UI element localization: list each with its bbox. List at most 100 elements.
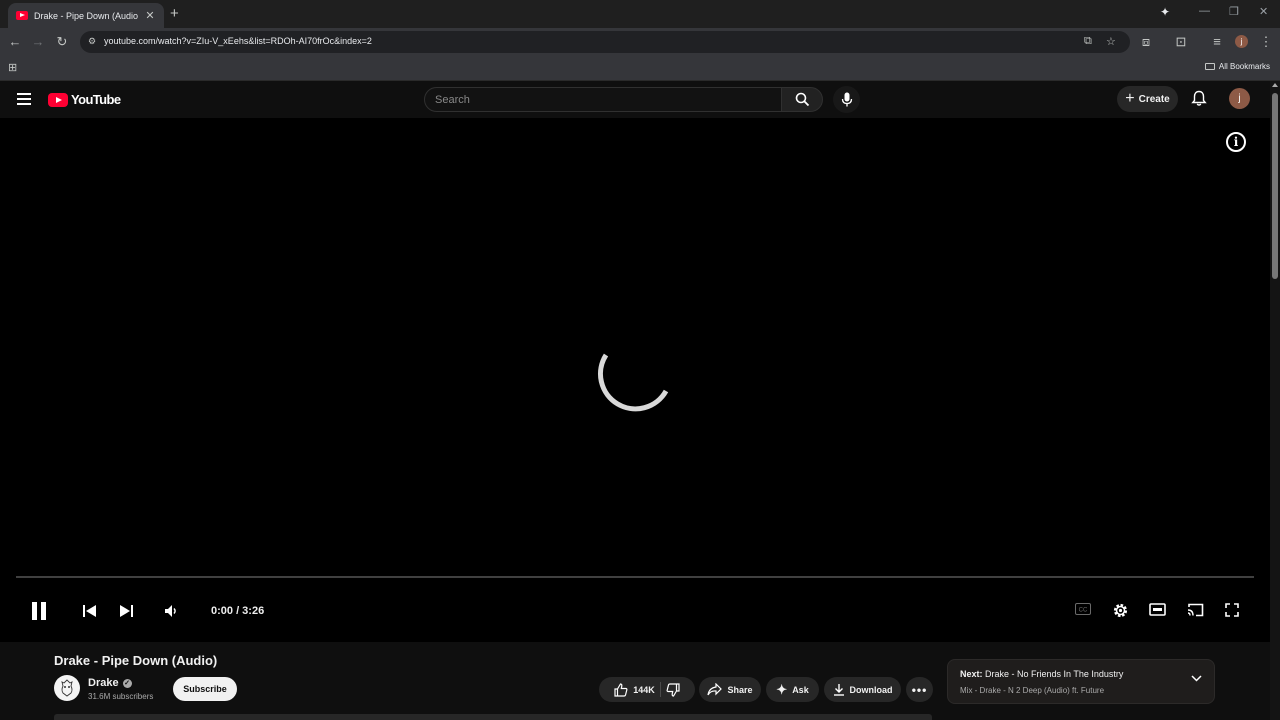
- bookmarks-bar: ⊞ All Bookmarks: [0, 56, 1280, 81]
- create-button[interactable]: + Create: [1117, 86, 1178, 112]
- scroll-up-arrow-icon[interactable]: [1272, 83, 1278, 87]
- new-tab-button[interactable]: +: [170, 5, 179, 22]
- tab-title: Drake - Pipe Down (Audio) - Yo: [34, 10, 138, 21]
- browser-tab[interactable]: Drake - Pipe Down (Audio) - Yo ✕: [8, 3, 164, 28]
- sparkle-icon: ✦: [776, 681, 788, 697]
- like-dislike-group: 144K: [599, 677, 695, 702]
- hamburger-menu-icon[interactable]: [17, 93, 31, 108]
- install-app-icon[interactable]: ⧉: [1084, 35, 1092, 48]
- share-label: Share: [727, 684, 753, 695]
- browser-toolbar: ← → ↻ ⚙ youtube.com/watch?v=ZIu-V_xEehs&…: [0, 28, 1280, 56]
- address-bar[interactable]: ⚙ youtube.com/watch?v=ZIu-V_xEehs&list=R…: [80, 31, 1130, 53]
- url-text[interactable]: youtube.com/watch?v=ZIu-V_xEehs&list=RDO…: [104, 36, 372, 46]
- youtube-logo[interactable]: YouTube: [48, 92, 121, 107]
- scrollbar-thumb[interactable]: [1272, 93, 1278, 279]
- forward-arrow-icon[interactable]: →: [30, 34, 46, 49]
- voice-search-button[interactable]: [833, 86, 860, 113]
- more-dots-icon: •••: [911, 682, 928, 697]
- channel-name-label: Drake: [88, 677, 119, 689]
- theater-mode-icon: [1149, 603, 1166, 616]
- fullscreen-icon: [1225, 603, 1239, 617]
- info-icon[interactable]: i: [1226, 132, 1246, 152]
- next-track-icon: [120, 605, 133, 617]
- youtube-play-logo-icon: [48, 92, 68, 107]
- tab-search-icon[interactable]: ⊡: [1173, 34, 1189, 50]
- settings-button[interactable]: [1112, 602, 1129, 619]
- plus-icon: +: [1125, 90, 1135, 107]
- maximize-button[interactable]: ❐: [1229, 5, 1239, 18]
- all-bookmarks-button[interactable]: All Bookmarks: [1204, 62, 1270, 71]
- gear-icon: [1113, 603, 1128, 618]
- divider: [659, 682, 661, 697]
- next-button[interactable]: [119, 604, 134, 618]
- volume-icon: [165, 605, 176, 617]
- share-arrow-icon: [707, 683, 723, 696]
- back-arrow-icon[interactable]: ←: [7, 34, 23, 49]
- video-details: Drake - Pipe Down (Audio) Drake ✓ 31.6M …: [0, 642, 1270, 720]
- logo-text: YouTube: [71, 92, 121, 107]
- microphone-icon: [841, 92, 852, 107]
- download-label: Download: [849, 684, 893, 695]
- youtube-masthead: YouTube + Create j: [0, 81, 1270, 118]
- loading-spinner-icon: [597, 353, 669, 412]
- bookmark-star-icon[interactable]: ☆: [1106, 35, 1116, 48]
- minimize-button[interactable]: —: [1199, 5, 1210, 17]
- like-count[interactable]: 144K: [633, 685, 655, 695]
- subscriber-count: 31.6M subscribers: [88, 692, 154, 701]
- download-icon: [833, 684, 844, 696]
- folder-icon: [1204, 63, 1215, 70]
- account-avatar[interactable]: j: [1229, 88, 1250, 109]
- gemini-sparkle-icon[interactable]: ✦: [1160, 5, 1170, 19]
- channel-avatar[interactable]: [54, 675, 80, 701]
- svg-text:CC: CC: [1079, 608, 1088, 614]
- channel-name[interactable]: Drake ✓: [88, 677, 132, 689]
- cast-icon: [1187, 603, 1204, 617]
- apps-grid-icon[interactable]: ⊞: [8, 61, 17, 74]
- search-input[interactable]: [425, 88, 755, 111]
- previous-track-icon: [83, 605, 96, 617]
- download-button[interactable]: Download: [824, 677, 901, 702]
- site-info-icon[interactable]: ⚙: [88, 36, 96, 47]
- previous-button[interactable]: [82, 604, 97, 618]
- browser-menu-icon[interactable]: ⋮: [1258, 34, 1274, 50]
- owl-logo-icon: [61, 679, 73, 697]
- description-box-edge[interactable]: [54, 714, 932, 720]
- video-title: Drake - Pipe Down (Audio): [54, 653, 218, 668]
- profile-avatar[interactable]: j: [1235, 35, 1248, 48]
- search-icon: [795, 92, 809, 107]
- tab-close-button[interactable]: ✕: [144, 9, 156, 22]
- subtitles-icon: CC: [1075, 603, 1091, 615]
- subscribe-button[interactable]: Subscribe: [173, 677, 237, 701]
- extensions-icon[interactable]: ⧈: [1138, 34, 1154, 50]
- captions-button[interactable]: CC: [1075, 603, 1091, 615]
- more-actions-button[interactable]: •••: [906, 677, 933, 702]
- thumbs-down-icon[interactable]: [666, 682, 680, 697]
- volume-button[interactable]: [164, 604, 180, 618]
- progress-bar[interactable]: [16, 576, 1254, 578]
- up-next-title: Drake - No Friends In The Industry: [985, 669, 1124, 679]
- chevron-down-icon[interactable]: [1191, 675, 1202, 682]
- close-window-button[interactable]: ✕: [1259, 5, 1268, 18]
- up-next-card[interactable]: Next: Drake - No Friends In The Industry…: [947, 659, 1215, 704]
- player-controls: 0:00 / 3:26 CC: [0, 593, 1270, 629]
- ask-label: Ask: [792, 684, 809, 695]
- media-control-icon[interactable]: ≡: [1209, 34, 1225, 49]
- page-scrollbar[interactable]: [1270, 81, 1280, 720]
- search-button[interactable]: [781, 87, 823, 112]
- notifications-bell-icon[interactable]: [1191, 90, 1207, 107]
- video-player[interactable]: i 0:00 / 3:26 CC: [0, 118, 1270, 642]
- thumbs-up-icon[interactable]: [614, 682, 628, 697]
- share-button[interactable]: Share: [699, 677, 761, 702]
- miniplayer-button[interactable]: [1149, 603, 1166, 616]
- search-box[interactable]: [424, 87, 782, 112]
- fullscreen-button[interactable]: [1225, 603, 1239, 617]
- youtube-favicon-icon: [16, 11, 28, 20]
- up-next-label: Next:: [960, 669, 983, 679]
- pause-icon: [32, 602, 46, 620]
- reload-icon[interactable]: ↻: [54, 34, 70, 50]
- browser-tab-bar: Drake - Pipe Down (Audio) - Yo ✕ + ✦ — ❐…: [0, 0, 1280, 28]
- ask-button[interactable]: ✦ Ask: [766, 677, 819, 702]
- pause-button[interactable]: [30, 601, 48, 621]
- cast-button[interactable]: [1187, 603, 1204, 617]
- create-label: Create: [1138, 93, 1170, 105]
